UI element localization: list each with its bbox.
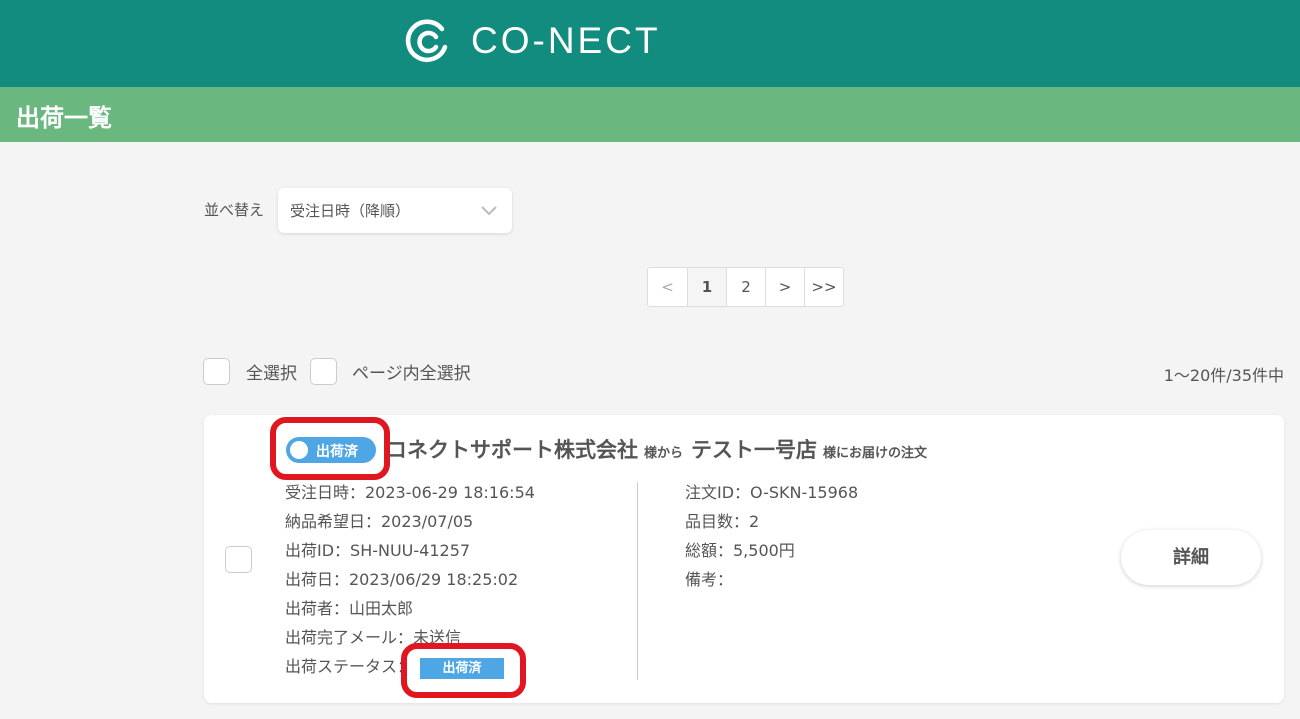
sort-select[interactable]: 受注日時（降順）: [278, 188, 512, 233]
order-note: 備考：: [685, 570, 734, 589]
order-card: 出荷済 コネクトサポート株式会社 様から テスト一号店 様にお届けの注文 受注日時：2…: [204, 415, 1284, 703]
sort-label: 並べ替え: [204, 201, 265, 219]
top-header: CO-NECT: [0, 0, 1300, 87]
from-suffix: 様から: [644, 446, 684, 461]
shipment-id: 出荷ID：SH-NUU-41257: [285, 541, 471, 560]
chevron-down-icon: [481, 206, 497, 216]
received-at: 受注日時：2023-06-29 18:16:54: [285, 483, 535, 502]
result-count: 1〜20件/35件中: [1163, 366, 1284, 385]
order-details-right: 注文ID：O-SKN-15968 品目数：2 総額：5,500円 備考：: [685, 478, 858, 594]
detail-button[interactable]: 詳細: [1121, 530, 1261, 585]
page-title-bar: 出荷一覧: [0, 87, 1300, 142]
pagination-next[interactable]: >: [765, 268, 804, 306]
order-id: 注文ID：O-SKN-15968: [685, 483, 859, 502]
co-nect-logo-icon: [405, 19, 448, 62]
pagination-page-1[interactable]: 1: [687, 268, 726, 306]
column-divider: [637, 482, 638, 680]
recipient-name: テスト一号店: [691, 438, 818, 462]
order-total: 総額：5,500円: [685, 541, 795, 560]
brand-name: CO-NECT: [471, 20, 661, 61]
item-count: 品目数：2: [685, 512, 760, 531]
pagination: < 1 2 > >>: [647, 267, 844, 307]
pagination-page-2[interactable]: 2: [726, 268, 765, 306]
select-all-label: 全選択: [246, 364, 297, 384]
highlight-box-toggle: [270, 417, 390, 480]
order-select-checkbox[interactable]: [225, 546, 252, 573]
delivery-date: 納品希望日：2023/07/05: [285, 512, 474, 531]
shipped-at: 出荷日：2023/06/29 18:25:02: [285, 570, 519, 589]
to-suffix: 様にお届けの注文: [823, 446, 928, 461]
pagination-last[interactable]: >>: [804, 268, 843, 306]
sender-name: コネクトサポート株式会社: [386, 438, 638, 462]
shipper: 出荷者：山田太郎: [285, 599, 414, 618]
sort-selected-value: 受注日時（降順）: [290, 202, 411, 220]
brand-logo[interactable]: CO-NECT: [403, 17, 661, 65]
select-all-checkbox[interactable]: [203, 358, 230, 385]
select-page-label: ページ内全選択: [352, 364, 471, 384]
order-title: コネクトサポート株式会社 様から テスト一号店 様にお届けの注文: [386, 434, 935, 464]
page-title: 出荷一覧: [16, 104, 112, 132]
pagination-prev[interactable]: <: [648, 268, 687, 306]
select-page-checkbox[interactable]: [310, 358, 337, 385]
highlight-box-status: [401, 643, 526, 698]
